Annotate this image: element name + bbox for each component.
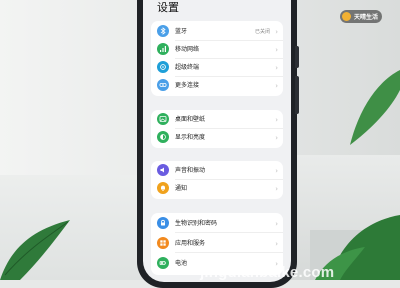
settings-group-sound: 声音和振动 › 通知 › — [151, 161, 283, 199]
phone-side-button — [295, 46, 299, 68]
settings-item-apps-services[interactable]: 应用和服务 › — [151, 235, 283, 253]
apps-services-icon — [157, 237, 169, 249]
chevron-right-icon: › — [275, 64, 278, 72]
chevron-right-icon: › — [275, 28, 278, 36]
chevron-right-icon: › — [275, 116, 278, 124]
watermark-url: jingdianbaike.com — [200, 262, 400, 281]
divider — [175, 232, 283, 233]
bluetooth-icon — [157, 25, 169, 37]
watermark-badge: 天晴生活 — [340, 10, 383, 23]
super-device-icon — [157, 61, 169, 73]
settings-item-super-device[interactable]: 超级终端 › — [151, 59, 283, 77]
watermark-logo-icon — [342, 12, 351, 21]
sound-icon — [157, 164, 169, 176]
plant-leaf-left — [0, 220, 70, 280]
settings-item-biometrics[interactable]: 生物识别和密码 › — [151, 215, 283, 233]
settings-item-sound-vibration[interactable]: 声音和振动 › — [151, 162, 283, 180]
chevron-right-icon: › — [275, 134, 278, 142]
chevron-right-icon: › — [275, 82, 278, 90]
watermark-text: 天晴生活 — [354, 14, 379, 21]
divider — [175, 252, 283, 253]
phone-side-button — [295, 76, 299, 114]
settings-item-mobile-network[interactable]: 移动网络 › — [151, 41, 283, 59]
display-brightness-icon — [157, 131, 169, 143]
settings-group-connectivity: 蓝牙 已关闭 › 移动网络 › 超级终端 › 更多连接 › — [151, 21, 283, 96]
notification-icon — [157, 182, 169, 194]
biometrics-icon — [157, 217, 169, 229]
chevron-right-icon: › — [275, 220, 278, 228]
chevron-right-icon: › — [275, 167, 278, 175]
wallpaper-icon — [157, 113, 169, 125]
settings-item-notifications[interactable]: 通知 › — [151, 180, 283, 198]
settings-item-bluetooth[interactable]: 蓝牙 已关闭 › — [151, 23, 283, 41]
bluetooth-status: 已关闭 — [254, 29, 270, 35]
settings-group-display: 桌面和壁纸 › 显示和亮度 › — [151, 110, 283, 148]
phone-screen: 设置 蓝牙 已关闭 › 移动网络 › 超级终端 › 更多连接 › 桌面和壁纸 ›… — [143, 0, 291, 282]
mobile-network-icon — [157, 43, 169, 55]
settings-item-more-connections[interactable]: 更多连接 › — [151, 77, 283, 95]
page-title: 设置 — [157, 1, 179, 14]
chevron-right-icon: › — [275, 240, 278, 248]
chevron-right-icon: › — [275, 46, 278, 54]
watermark-url-text: jingdianbaike.com — [200, 264, 335, 281]
settings-item-display-brightness[interactable]: 显示和亮度 › — [151, 129, 283, 147]
settings-item-wallpaper[interactable]: 桌面和壁纸 › — [151, 111, 283, 129]
more-connections-icon — [157, 79, 169, 91]
battery-icon — [157, 257, 169, 269]
chevron-right-icon: › — [275, 185, 278, 193]
plant-leaf-right-top — [350, 70, 400, 145]
